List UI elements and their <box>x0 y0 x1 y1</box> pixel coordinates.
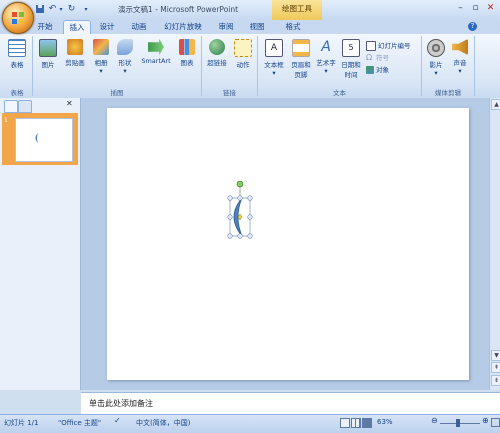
textbox-icon: A <box>265 39 283 57</box>
shapes-button[interactable]: 形状 ▾ <box>114 39 136 75</box>
hyperlink-icon <box>209 39 225 55</box>
panel-tabs: ✕ <box>2 99 78 113</box>
moon-shape-selection[interactable] <box>220 178 260 244</box>
slide-counter: 幻灯片 1/1 <box>4 419 39 427</box>
office-button[interactable] <box>2 2 34 34</box>
adjust-handle <box>237 213 243 221</box>
contextual-tab-header: 绘图工具 <box>272 0 322 20</box>
chart-button[interactable]: 图表 <box>176 39 198 67</box>
restore-icon[interactable]: ▫ <box>469 2 482 15</box>
zoom-slider[interactable] <box>440 423 480 424</box>
group-label-text: 文本 <box>333 89 346 97</box>
rotate-handle <box>236 180 244 188</box>
wordart-icon: A <box>321 39 331 55</box>
header-footer-button[interactable]: 页眉和 页脚 <box>288 39 314 79</box>
redo-icon[interactable]: ↻ <box>66 4 77 15</box>
picture-icon <box>39 39 57 57</box>
tab-design[interactable]: 设计 <box>96 20 118 34</box>
album-icon <box>93 39 109 55</box>
action-icon <box>234 39 252 57</box>
picture-button[interactable]: 图片 <box>36 39 60 69</box>
slide-sorter-icon[interactable] <box>351 418 361 428</box>
customize-qat-icon[interactable]: ▾ <box>83 4 89 15</box>
header-footer-icon <box>292 39 310 57</box>
slide-number-icon <box>366 41 376 51</box>
tab-view[interactable]: 视图 <box>246 20 268 34</box>
group-label-tables: 表格 <box>10 89 24 97</box>
fit-to-window-icon[interactable] <box>491 418 500 427</box>
tab-review[interactable]: 审阅 <box>215 20 237 34</box>
group-label-links: 链接 <box>223 89 236 97</box>
vertical-scrollbar[interactable]: ▲ ▼ ⇞ ⇟ <box>489 98 500 390</box>
symbol-button: Ω 符号 <box>366 53 389 63</box>
movie-button[interactable]: 影片 ▾ <box>425 39 447 77</box>
close-panel-icon[interactable]: ✕ <box>66 99 73 108</box>
slideshow-view-icon[interactable] <box>362 418 372 428</box>
notes-placeholder: 单击此处添加备注 <box>89 399 153 408</box>
slide-number-button[interactable]: 幻灯片编号 <box>366 40 411 51</box>
textbox-button[interactable]: A 文本框 ▾ <box>261 39 287 77</box>
chart-icon <box>179 39 195 55</box>
scroll-up-icon[interactable]: ▲ <box>491 99 500 110</box>
tab-insert[interactable]: 插入 <box>63 20 91 35</box>
table-button[interactable]: 表格 <box>5 39 29 69</box>
prev-slide-icon[interactable]: ⇞ <box>491 362 500 373</box>
undo-icon[interactable]: ↶ <box>47 4 58 15</box>
calendar-icon: 5 <box>342 39 360 57</box>
office-logo-icon <box>12 12 24 24</box>
spellcheck-icon[interactable]: ✓ <box>114 416 121 425</box>
zoom-out-icon[interactable]: ⊖ <box>431 416 438 425</box>
datetime-button[interactable]: 5 日期和 时间 <box>339 39 363 79</box>
tab-animation[interactable]: 动画 <box>128 20 150 34</box>
smartart-icon <box>148 39 164 55</box>
film-reel-icon <box>427 39 445 57</box>
zoom-level[interactable]: 63% <box>377 418 393 426</box>
wordart-button[interactable]: A 艺术字 ▾ <box>314 39 338 75</box>
slide-thumbnail[interactable] <box>15 118 73 162</box>
omega-icon: Ω <box>366 53 373 62</box>
sound-button[interactable]: 声音 ▾ <box>449 39 471 75</box>
normal-view-icon[interactable] <box>340 418 350 428</box>
help-icon[interactable]: ? <box>468 22 477 31</box>
minimize-icon[interactable]: – <box>454 2 467 15</box>
group-label-illustrations: 插图 <box>110 89 124 97</box>
undo-dropdown-icon[interactable]: ▾ <box>58 4 64 15</box>
thumbnail-moon-shape <box>35 133 38 143</box>
scroll-down-icon[interactable]: ▼ <box>491 350 500 361</box>
window-title: 演示文稿1 - Microsoft PowerPoint <box>118 5 239 14</box>
clipart-button[interactable]: 剪贴画 <box>62 39 88 67</box>
language-indicator[interactable]: 中文(简体，中国) <box>136 418 190 428</box>
save-icon[interactable] <box>34 4 45 15</box>
object-button[interactable]: 对象 <box>366 64 389 74</box>
album-button[interactable]: 相册 ▾ <box>90 39 112 75</box>
slides-tab-icon[interactable] <box>4 100 18 113</box>
slide-canvas[interactable] <box>107 108 469 380</box>
smartart-button[interactable]: SmartArt <box>138 39 174 65</box>
zoom-in-icon[interactable]: ⊕ <box>482 416 489 425</box>
close-icon[interactable]: ✕ <box>484 2 497 15</box>
shapes-icon <box>117 39 133 55</box>
object-icon <box>366 66 374 74</box>
hyperlink-button[interactable]: 超链接 <box>204 39 230 67</box>
tab-slideshow[interactable]: 幻灯片放映 <box>161 20 205 34</box>
clipart-icon <box>67 39 83 55</box>
outline-tab-icon[interactable] <box>18 100 32 113</box>
zoom-slider-thumb[interactable] <box>456 419 460 427</box>
action-button[interactable]: 动作 <box>231 39 255 69</box>
table-icon <box>8 39 26 57</box>
slide-thumbnail-number: 1 <box>4 117 8 124</box>
theme-name: "Office 主题" <box>58 419 102 427</box>
group-label-media: 媒体剪辑 <box>435 89 461 97</box>
speaker-icon <box>452 39 468 55</box>
tab-format[interactable]: 格式 <box>280 20 306 34</box>
next-slide-icon[interactable]: ⇟ <box>491 375 500 386</box>
tab-home[interactable]: 开始 <box>34 20 56 34</box>
